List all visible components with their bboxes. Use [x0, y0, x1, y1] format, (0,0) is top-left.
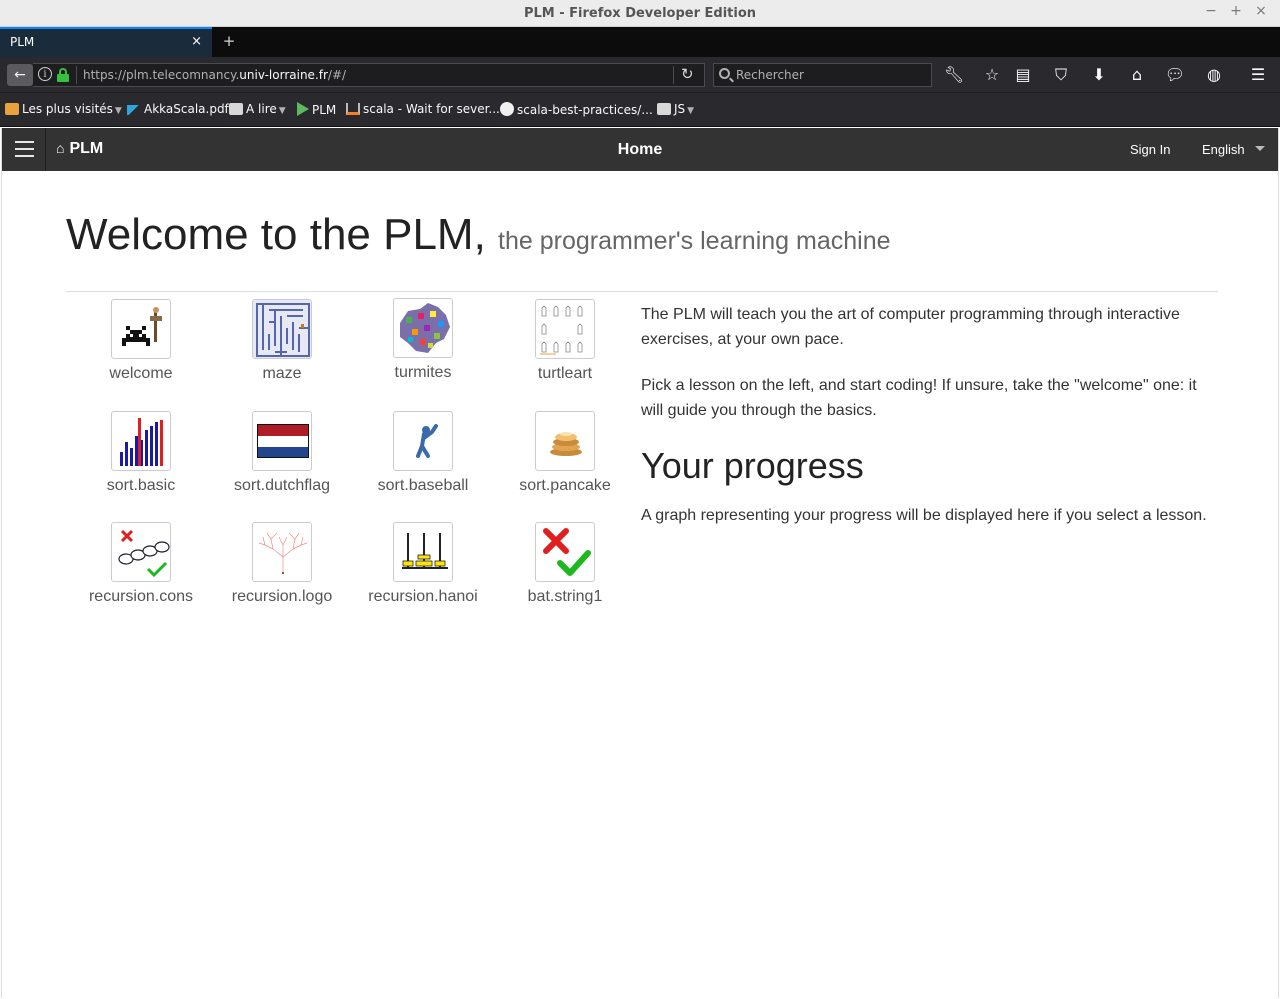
- fractal-tree-icon: [252, 522, 312, 582]
- folder-icon: [229, 103, 243, 115]
- bookmark-akkascala[interactable]: AkkaScala.pdf: [127, 102, 229, 116]
- tab-strip: PLM × +: [0, 27, 1280, 57]
- info-icon[interactable]: i: [38, 67, 52, 81]
- dutch-flag-icon: [252, 411, 312, 471]
- pocket-icon[interactable]: ⛉: [1049, 63, 1073, 87]
- page-viewport: ⌂ PLM Home Sign In English Welcome to the…: [1, 128, 1279, 998]
- url-separator-right: [673, 66, 674, 84]
- bookmark-scala-best-practices[interactable]: scala-best-practices/...: [500, 102, 653, 117]
- close-window-button[interactable]: ×: [1251, 3, 1271, 19]
- page-subtitle: the programmer's learning machine: [498, 227, 891, 255]
- bookmark-a-lire[interactable]: A lire ▼: [229, 102, 286, 116]
- folder-icon: [5, 103, 19, 115]
- lesson-label: turmites: [394, 364, 452, 381]
- intro-paragraph-1: The PLM will teach you the art of comput…: [641, 306, 1180, 348]
- reader-list-icon[interactable]: ▤: [1011, 63, 1035, 87]
- reload-icon[interactable]: ↻: [681, 65, 694, 83]
- intro-paragraph-2: Pick a lesson on the left, and start cod…: [641, 377, 1197, 419]
- lesson-label: recursion.logo: [231, 588, 333, 605]
- lesson-label: bat.string1: [527, 588, 603, 605]
- bookmark-js[interactable]: JS ▼: [657, 102, 694, 116]
- space-invader-buggle-icon: [111, 299, 171, 359]
- cross-check-icon: [535, 522, 595, 582]
- sidebar-toggle-button[interactable]: [2, 128, 46, 171]
- akka-icon: [127, 105, 141, 115]
- lesson-label: maze: [262, 365, 302, 382]
- chat-icon[interactable]: 💬︎: [1163, 63, 1187, 87]
- progress-heading: Your progress: [641, 445, 864, 486]
- lesson-label: sort.dutchflag: [233, 477, 331, 494]
- wrench-icon[interactable]: 🔧︎: [942, 63, 966, 87]
- play-icon: [297, 102, 309, 116]
- tab-close-icon[interactable]: ×: [191, 34, 202, 49]
- tab-plm[interactable]: PLM ×: [0, 27, 212, 57]
- bookmark-plm[interactable]: PLM: [297, 102, 336, 117]
- url-text[interactable]: https://plm.telecomnancy.univ-lorraine.f…: [83, 68, 346, 82]
- lesson-label: sort.baseball: [377, 477, 469, 494]
- home-icon[interactable]: ⌂: [1125, 63, 1149, 87]
- window-title: PLM - Firefox Developer Edition: [523, 6, 757, 21]
- hamburger-menu-icon[interactable]: ☰: [1246, 63, 1270, 87]
- home-icon: ⌂: [56, 140, 65, 156]
- linked-list-icon: [111, 522, 171, 582]
- brand-label: PLM: [69, 140, 104, 157]
- lesson-label: recursion.hanoi: [368, 588, 478, 605]
- download-icon[interactable]: ⬇: [1087, 63, 1111, 87]
- search-icon: [719, 68, 730, 79]
- language-label: English: [1202, 142, 1245, 157]
- nav-title-home[interactable]: Home: [618, 141, 662, 158]
- star-icon[interactable]: ☆: [980, 63, 1004, 87]
- globe-icon[interactable]: ◍: [1202, 63, 1226, 87]
- bar-sort-icon: [111, 411, 171, 471]
- sign-in-link[interactable]: Sign In: [1130, 142, 1170, 157]
- lock-icon[interactable]: [57, 68, 69, 82]
- lesson-label: turtleart: [537, 365, 593, 382]
- maze-icon: [252, 299, 312, 359]
- intro-panel: The PLM will teach you the art of comput…: [641, 302, 1221, 549]
- bookmark-les-plus-visites[interactable]: Les plus visités ▼: [5, 102, 122, 116]
- turtle-art-icon: [535, 299, 595, 359]
- url-bar[interactable]: i https://plm.telecomnancy.univ-lorraine…: [33, 63, 705, 87]
- github-icon: [500, 102, 514, 116]
- lesson-label: welcome: [109, 365, 173, 382]
- folder-icon: [657, 103, 671, 115]
- search-bar[interactable]: [713, 63, 932, 87]
- new-tab-button[interactable]: +: [220, 32, 238, 50]
- bookmark-scala-wait[interactable]: scala - Wait for sever...: [346, 102, 500, 116]
- progress-text: A graph representing your progress will …: [641, 507, 1207, 524]
- turmites-pattern-icon: [393, 298, 453, 358]
- main-content: Welcome to the PLM, the programmer's lea…: [66, 171, 1218, 605]
- baseball-player-icon: [393, 411, 453, 471]
- minimize-button[interactable]: −: [1201, 3, 1221, 19]
- stackoverflow-icon: [346, 103, 360, 115]
- hanoi-towers-icon: [393, 522, 453, 582]
- tab-label: PLM: [10, 35, 35, 49]
- maximize-button[interactable]: +: [1226, 3, 1246, 19]
- menu-bars-icon: [15, 141, 34, 157]
- language-dropdown[interactable]: English: [1202, 142, 1265, 157]
- brand-link[interactable]: ⌂ PLM: [56, 140, 103, 158]
- nav-title-wrap: Home: [2, 141, 1278, 159]
- pancake-stack-icon: [535, 411, 595, 471]
- search-input[interactable]: [736, 67, 926, 83]
- title-divider: [66, 291, 1218, 292]
- caret-down-icon: [1254, 146, 1265, 151]
- app-navbar: ⌂ PLM Home Sign In English: [2, 128, 1278, 171]
- url-separator: [76, 66, 77, 84]
- lesson-label: sort.pancake: [519, 477, 611, 494]
- lesson-label: sort.basic: [106, 477, 176, 494]
- nav-toolbar: ← i https://plm.telecomnancy.univ-lorrai…: [0, 57, 1280, 93]
- page-title: Welcome to the PLM, the programmer's lea…: [66, 210, 891, 259]
- window-titlebar: PLM - Firefox Developer Edition − + ×: [0, 0, 1280, 27]
- back-button[interactable]: ←: [7, 64, 33, 86]
- bookmarks-bar: Les plus visités ▼ AkkaScala.pdf A lire ▼ …: [0, 93, 1280, 127]
- lesson-label: recursion.cons: [88, 588, 194, 605]
- arrow-left-icon: ←: [14, 67, 26, 83]
